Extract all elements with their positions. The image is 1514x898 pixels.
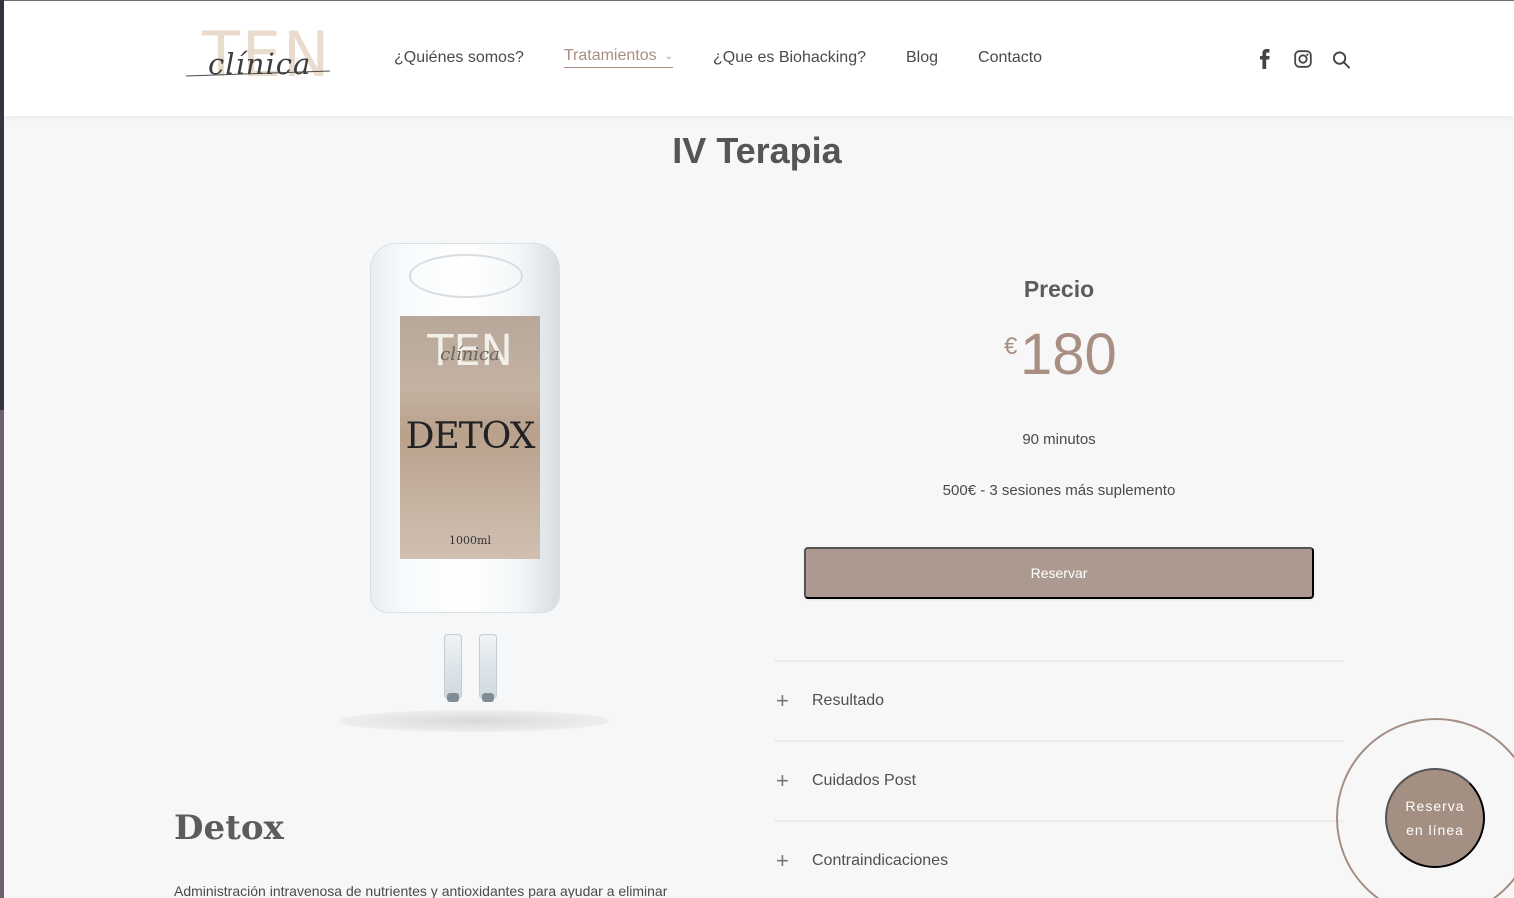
left-window-edge-lower [0,410,4,898]
pricing-block: Precio € 180 90 minutos 500€ - 3 sesione… [804,270,1314,499]
duration-text: 90 minutos [1022,431,1096,448]
iv-tube-right [479,634,497,702]
package-text: 500€ - 3 sesiones más suplemento [942,482,1176,499]
product-description: Administración intravenosa de nutrientes… [174,883,668,898]
plus-icon: + [776,688,789,713]
reservar-button[interactable]: Reservar [804,547,1314,599]
logo-clinica: clínica [208,47,312,81]
main-nav: ¿Quiénes somos? Tratamientos ⌄ ¿Que es B… [394,47,1042,68]
iv-bag-image: TEN clínica DETOX 1000ml [370,243,560,702]
bag-label-name: DETOX [405,416,536,457]
plus-icon: + [776,768,789,793]
accordion: + Resultado + Cuidados Post + Contraindi… [774,660,1344,898]
accordion-item-label: Contraindicaciones [812,852,949,869]
accordion-item-label: Cuidados Post [812,772,917,789]
accordion-item-contraindicaciones[interactable]: + Contraindicaciones [774,822,1344,898]
nav-link-tratamientos-label: Tratamientos [563,47,657,64]
price-label: Precio [1023,276,1095,302]
search-icon[interactable] [1332,48,1350,70]
facebook-icon[interactable] [1256,48,1274,70]
accordion-item-cuidados-post[interactable]: + Cuidados Post [774,742,1344,822]
iv-tube-left [444,634,462,702]
nav-link-quienes-somos[interactable]: ¿Quiénes somos? [394,47,524,68]
bag-label-volume: 1000ml [449,534,491,547]
floating-booking-button[interactable]: Reserva en línea [1385,768,1485,868]
bag-label: TEN clínica DETOX 1000ml [400,316,540,559]
iv-tube-left-cap [447,693,459,702]
nav-link-contacto[interactable]: Contacto [978,47,1042,68]
accordion-item-label: Resultado [812,692,885,709]
instagram-icon[interactable] [1294,48,1312,70]
accordion-item-resultado[interactable]: + Resultado [774,662,1344,742]
image-shadow [339,710,609,732]
page: TEN clínica ¿Quiénes somos? Tratamientos… [0,0,1514,898]
price-row: € 180 [804,322,1314,389]
nav-link-tratamientos[interactable]: Tratamientos ⌄ [563,47,674,68]
price-amount: 180 [1020,322,1117,387]
site-header: TEN clínica ¿Quiénes somos? Tratamientos… [4,0,1514,116]
header-icons [1256,48,1350,70]
page-title: IV Terapia [672,130,842,171]
price-currency: € [1004,333,1018,360]
chevron-down-icon: ⌄ [664,50,674,62]
product-image: TEN clínica DETOX 1000ml [174,205,744,775]
logo[interactable]: TEN clínica [184,21,334,93]
nav-link-blog[interactable]: Blog [906,47,938,68]
product-title: Detox [174,808,284,848]
plus-icon: + [776,848,789,873]
nav-link-biohacking[interactable]: ¿Que es Biohacking? [713,47,866,68]
iv-tube-right-cap [482,693,494,702]
bag-label-script: clínica [440,344,500,365]
